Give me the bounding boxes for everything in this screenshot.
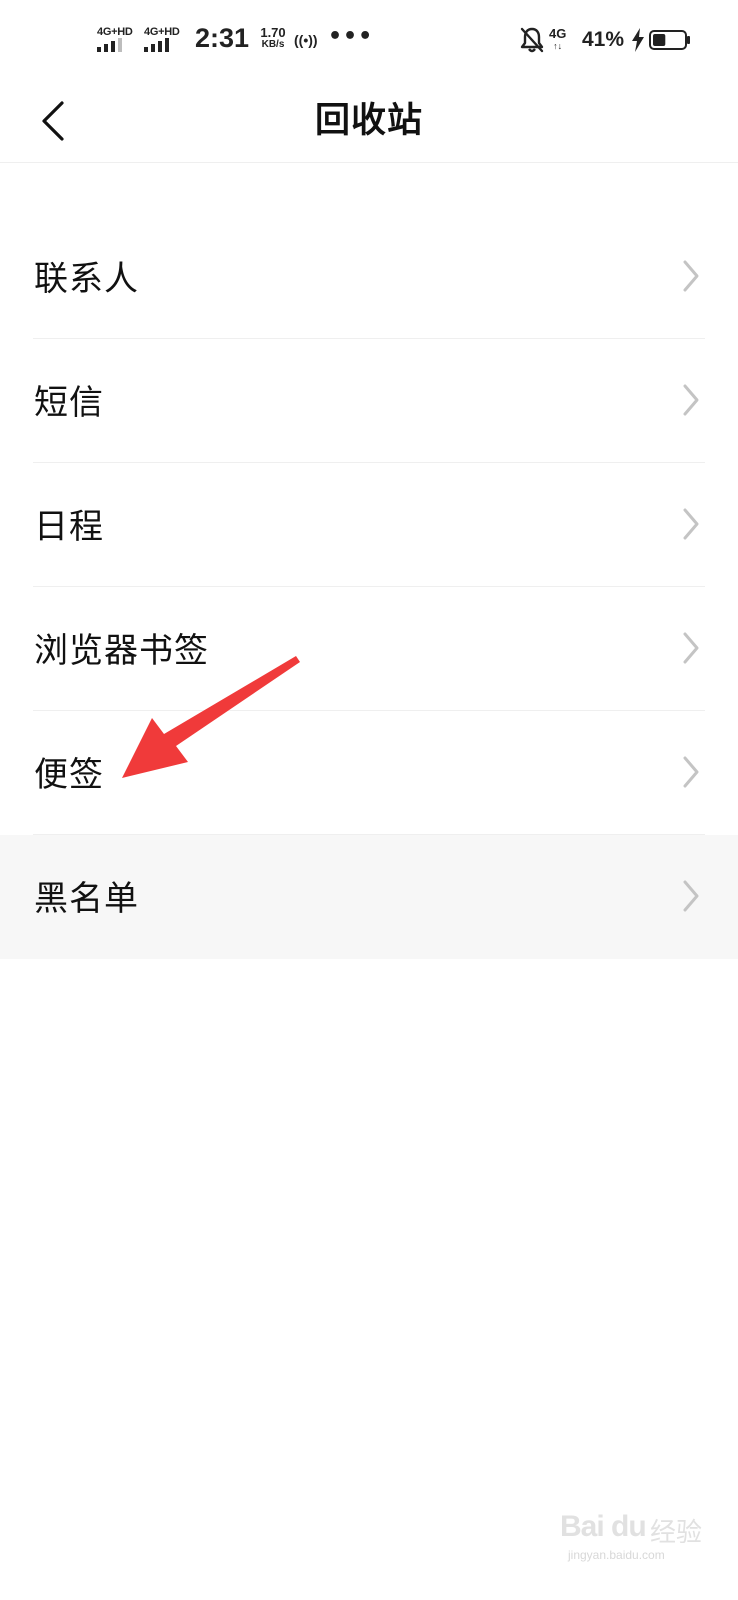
status-bar: 4G+HD 4G+HD 2:31 1.70 KB/s ((•)) ••• 4G … (0, 0, 738, 80)
page-title: 回收站 (314, 101, 423, 141)
list-item-label: 联系人 (34, 259, 139, 299)
sim1-network-label: 4G+HD (97, 26, 133, 38)
signal-icon (97, 38, 137, 52)
watermark-logo: Bai du (560, 1510, 647, 1543)
battery-icon (649, 30, 690, 50)
charging-icon (632, 28, 644, 52)
list-item-contacts[interactable]: 联系人 (0, 215, 738, 339)
list-item-label: 日程 (34, 507, 104, 547)
battery-percent: 41% (582, 28, 625, 51)
battery-fill (653, 34, 666, 46)
signal-icon (144, 38, 184, 52)
more-notifications-icon: ••• (328, 24, 374, 49)
annotation-arrow-icon (122, 656, 300, 778)
bell-off-icon (520, 27, 544, 53)
recycle-bin-list: 联系人 短信 日程 浏览器书签 便签 黑名单 (0, 215, 738, 959)
sim2-signal: 4G+HD (144, 26, 188, 52)
network-type: 4G (549, 26, 567, 41)
chevron-right-icon (683, 508, 699, 540)
list-item-sms[interactable]: 短信 (0, 339, 738, 463)
network-speed-unit: KB/s (261, 39, 285, 50)
list-item-calendar[interactable]: 日程 (0, 463, 738, 587)
data-arrows-icon: ↑↓ (553, 41, 563, 51)
sim2-network-label: 4G+HD (144, 26, 180, 38)
chevron-right-icon (683, 756, 699, 788)
nav-bar: 回收站 (0, 80, 738, 163)
watermark-url: jingyan.baidu.com (568, 1548, 665, 1562)
chevron-right-icon (683, 632, 699, 664)
list-item-label: 短信 (34, 383, 104, 423)
watermark-brand: 经验 (650, 1518, 703, 1548)
list-item-blacklist[interactable]: 黑名单 (0, 835, 738, 959)
hotspot-icon: ((•)) (294, 32, 318, 48)
network-speed: 1.70 KB/s (255, 25, 291, 51)
status-time: 2:31 (195, 23, 250, 53)
baidu-watermark: Bai du 经验 jingyan.baidu.com (560, 1508, 710, 1568)
chevron-right-icon (683, 384, 699, 416)
list-item-label: 便签 (34, 755, 104, 795)
chevron-right-icon (683, 880, 699, 912)
sim1-signal: 4G+HD (97, 26, 141, 52)
mobile-data-indicator: 4G ↑↓ (549, 27, 566, 53)
chevron-right-icon (683, 260, 699, 292)
list-item-label: 黑名单 (34, 879, 139, 919)
network-speed-value: 1.70 (260, 25, 286, 40)
